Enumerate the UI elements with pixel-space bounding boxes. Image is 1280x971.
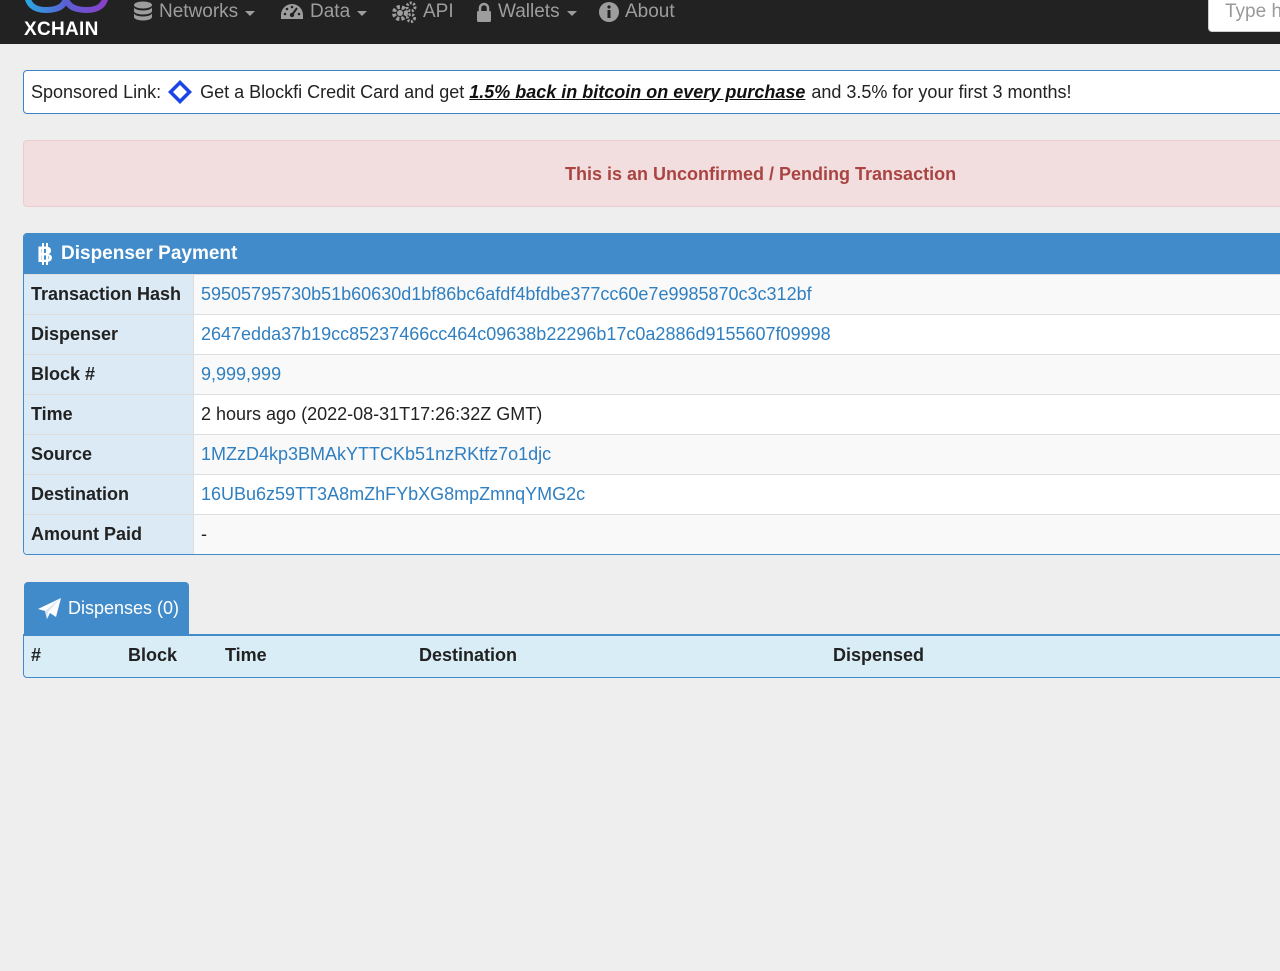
table-row: Source 1MZzD4kp3BMAkYTTCKb51nzRKtfz7o1dj… <box>24 434 1280 475</box>
source-address-link[interactable]: 1MZzD4kp3BMAkYTTCKb51nzRKtfz7o1djc <box>201 444 551 464</box>
nav-api[interactable]: API <box>391 0 454 24</box>
nav-networks[interactable]: Networks <box>133 0 256 24</box>
table-row: Dispenser 2647edda37b19cc85237466cc464c0… <box>24 314 1280 355</box>
row-value-source: 1MZzD4kp3BMAkYTTCKb51nzRKtfz7o1djc <box>193 434 1280 475</box>
nav-about[interactable]: About <box>599 0 675 24</box>
dashboard-icon <box>281 4 303 19</box>
database-icon <box>134 1 152 21</box>
paper-plane-icon <box>38 597 61 619</box>
row-label-destination: Destination <box>24 474 194 515</box>
brand-name: XCHAIN <box>24 19 99 40</box>
dispenser-payment-panel: B Dispenser Payment Transaction Hash 595… <box>23 233 1280 555</box>
tab-dispenses-label: Dispenses (0) <box>68 598 180 618</box>
row-label-transaction-hash: Transaction Hash <box>24 274 194 315</box>
table-row: Transaction Hash 59505795730b51b60630d1b… <box>24 274 1280 315</box>
chevron-down-icon <box>245 10 256 16</box>
search-input[interactable] <box>1208 0 1280 32</box>
block-link[interactable]: 9,999,999 <box>201 364 281 384</box>
table-row: Time 2 hours ago (2022-08-31T17:26:32Z G… <box>24 394 1280 435</box>
nav-networks-label: Networks <box>159 1 239 22</box>
table-row: Destination 16UBu6z59TT3A8mZhFYbXG8mpZmn… <box>24 474 1280 515</box>
row-label-time: Time <box>24 394 194 435</box>
dispenses-table-header: # Block Time Destination Dispensed <box>23 634 1280 678</box>
row-value-time: 2 hours ago (2022-08-31T17:26:32Z GMT) <box>193 394 1280 435</box>
xchain-logo[interactable]: XCHAIN <box>24 0 110 42</box>
lock-icon <box>477 2 491 22</box>
sponsor-label: Sponsored Link: <box>31 81 162 102</box>
blockfi-diamond-icon <box>167 79 193 105</box>
nav-api-label: API <box>423 1 454 22</box>
column-header-number: # <box>31 645 42 665</box>
sponsor-text-after: and 3.5% for your first 3 months! <box>811 81 1072 102</box>
nav-wallets-label: Wallets <box>498 1 560 22</box>
dispenser-link[interactable]: 2647edda37b19cc85237466cc464c09638b22296… <box>201 324 831 344</box>
top-navbar: XCHAIN Networks Data API Wallets About T… <box>0 0 1280 44</box>
column-header-dispensed: Dispensed <box>833 645 925 665</box>
row-value-destination: 16UBu6z59TT3A8mZhFYbXG8mpZmnqYMG2c <box>193 474 1280 515</box>
panel-title: Dispenser Payment <box>61 243 238 264</box>
pending-alert: This is an Unconfirmed / Pending Transac… <box>23 140 1280 207</box>
logo-rings-icon <box>25 0 108 14</box>
nav-wallets[interactable]: Wallets <box>476 0 577 24</box>
row-label-dispenser: Dispenser <box>24 314 194 355</box>
nav-data[interactable]: Data <box>280 0 368 24</box>
row-value-block: 9,999,999 <box>193 354 1280 395</box>
chevron-down-icon <box>357 10 368 16</box>
column-header-destination: Destination <box>419 645 518 665</box>
row-value-transaction-hash: 59505795730b51b60630d1bf86bc6afdf4bfdbe3… <box>193 274 1280 315</box>
panel-heading: B Dispenser Payment <box>24 234 1280 274</box>
table-row: Amount Paid - <box>24 514 1280 554</box>
row-label-source: Source <box>24 434 194 475</box>
nav-data-label: Data <box>310 1 351 22</box>
info-circle-icon <box>599 2 619 22</box>
destination-address-link[interactable]: 16UBu6z59TT3A8mZhFYbXG8mpZmnqYMG2c <box>201 484 585 504</box>
tab-dispenses[interactable]: Dispenses (0) <box>24 582 189 635</box>
details-table: Transaction Hash 59505795730b51b60630d1b… <box>24 274 1280 554</box>
alert-message: This is an Unconfirmed / Pending Transac… <box>565 164 957 184</box>
column-header-block: Block <box>128 645 178 665</box>
nav-about-label: About <box>625 1 675 22</box>
table-row: Block # 9,999,999 <box>24 354 1280 395</box>
column-header-time: Time <box>225 645 267 665</box>
svg-text:B: B <box>37 242 53 266</box>
row-label-block: Block # <box>24 354 194 395</box>
row-value-dispenser: 2647edda37b19cc85237466cc464c09638b22296… <box>193 314 1280 355</box>
row-value-amount-paid: - <box>193 514 1280 554</box>
transaction-hash-link[interactable]: 59505795730b51b60630d1bf86bc6afdf4bfdbe3… <box>201 284 812 304</box>
sponsor-text-before: Get a Blockfi Credit Card and get <box>200 81 465 102</box>
row-label-amount-paid: Amount Paid <box>24 514 194 554</box>
bitcoin-icon: B <box>37 242 53 266</box>
sponsor-link[interactable]: 1.5% back in bitcoin on every purchase <box>469 82 805 103</box>
sponsored-link-bar: Sponsored Link: Get a Blockfi Credit Car… <box>23 70 1280 114</box>
chevron-down-icon <box>566 10 577 16</box>
gears-icon <box>392 1 417 23</box>
